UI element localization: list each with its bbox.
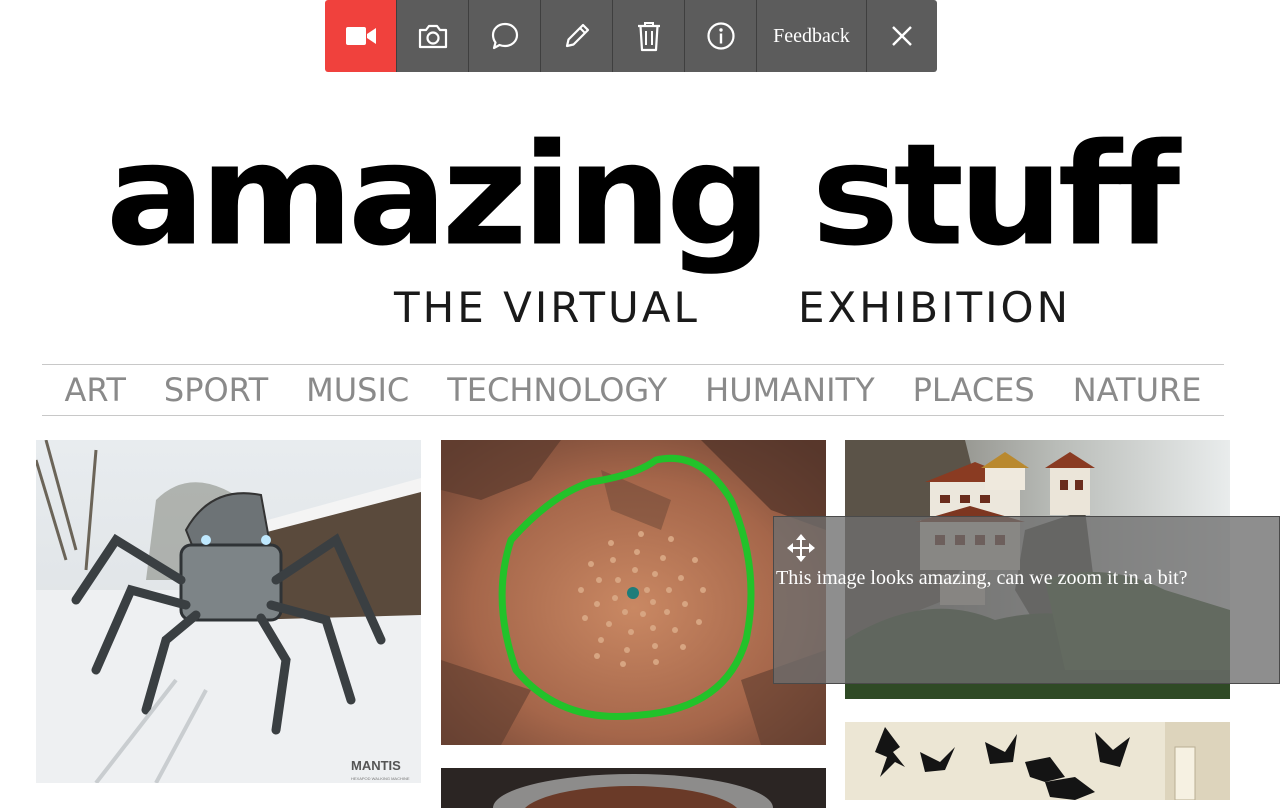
mantis-image: MANTIS HEXAPOD WALKING MACHINE [36,440,421,783]
move-handle[interactable] [786,533,816,568]
logo-subtitle-left: THE VIRTUAL [394,283,700,332]
record-video-button[interactable] [325,0,397,72]
nav-item-places[interactable]: PLACES [913,371,1035,409]
comment-button[interactable] [469,0,541,72]
info-button[interactable] [685,0,757,72]
trash-icon [637,22,660,52]
pencil-icon [565,23,589,48]
delete-button[interactable] [613,0,685,72]
nav-item-sport[interactable]: SPORT [164,371,268,409]
video-camera-icon [345,27,376,45]
feedback-toolbar: Feedback [325,0,937,72]
draw-button[interactable] [541,0,613,72]
screenshot-button[interactable] [397,0,469,72]
birds-image [845,722,1230,800]
mantis-watermark: MANTIS [351,758,401,773]
nav-item-nature[interactable]: NATURE [1073,371,1202,409]
main-nav: ART SPORT MUSIC TECHNOLOGY HUMANITY PLAC… [42,364,1224,416]
info-icon [706,22,735,50]
gallery-tile-portrait[interactable] [441,768,826,808]
gallery-tile-birds[interactable] [845,722,1230,800]
feedback-comment-box[interactable]: This image looks amazing, can we zoom it… [773,516,1280,684]
mantis-watermark-sub: HEXAPOD WALKING MACHINE [351,776,410,781]
camera-icon [418,24,447,49]
speech-bubble-icon [491,22,518,50]
move-icon [787,534,815,562]
nav-item-humanity[interactable]: HUMANITY [705,371,874,409]
feedback-button[interactable]: Feedback [757,0,867,72]
feedback-label: Feedback [773,24,850,47]
gallery-tile-mantis[interactable]: MANTIS HEXAPOD WALKING MACHINE [36,440,421,783]
close-button[interactable] [867,0,937,72]
nav-item-art[interactable]: ART [65,371,126,409]
nav-item-music[interactable]: MUSIC [306,371,409,409]
comment-text[interactable]: This image looks amazing, can we zoom it… [776,567,1188,590]
nav-item-technology[interactable]: TECHNOLOGY [447,371,667,409]
logo-subtitle-right: EXHIBITION [798,283,1071,332]
close-icon [892,26,912,46]
logo-title: amazing stuff [105,113,1181,277]
portrait-image [441,768,826,808]
desert-spiral-image [441,440,826,745]
gallery-tile-desert-spiral[interactable] [441,440,826,745]
